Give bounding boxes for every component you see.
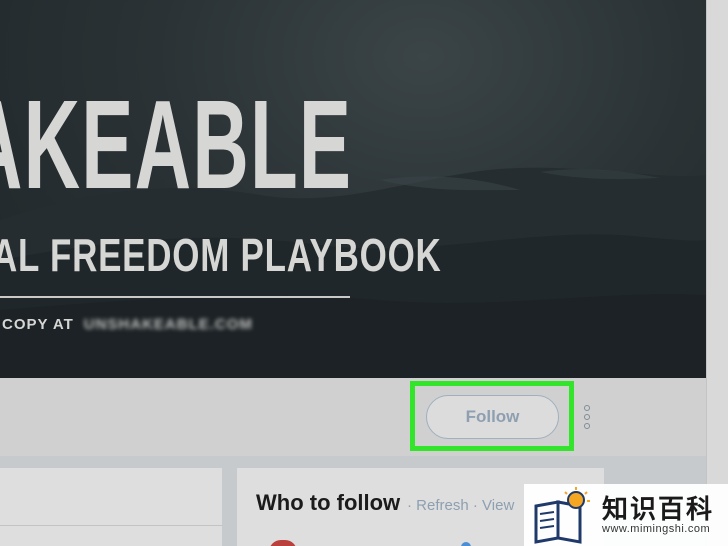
window-scrollbar[interactable] (706, 0, 728, 546)
view-all-link[interactable]: View (482, 497, 514, 514)
profile-info-card (0, 468, 222, 546)
watermark: 知识百科 www.mimingshi.com (524, 484, 728, 546)
banner-divider (0, 296, 350, 298)
separator-dot: · (407, 497, 412, 514)
profile-nav-bar (0, 378, 706, 456)
banner-headline: AKEABLE (0, 74, 353, 215)
refresh-link[interactable]: Refresh (416, 497, 469, 514)
banner-subheadline: AL FREEDOM PLAYBOOK (0, 229, 442, 281)
watermark-text: 知识百科 www.mimingshi.com (602, 495, 714, 536)
who-to-follow-links: · Refresh · View (407, 497, 514, 514)
watermark-url: www.mimingshi.com (602, 523, 711, 536)
dot-icon (584, 423, 590, 429)
watermark-chinese: 知识百科 (602, 493, 715, 524)
banner-footer-text: COPY AT UNSHAKEABLE.COM (2, 316, 253, 333)
who-to-follow-title: Who to follow (256, 490, 401, 515)
twitter-profile-page: AKEABLE AL FREEDOM PLAYBOOK COPY AT UNSHA… (0, 0, 728, 546)
dot-icon (584, 414, 590, 420)
card-divider (0, 525, 222, 526)
book-lightbulb-icon (534, 487, 590, 544)
avatar[interactable] (269, 540, 297, 546)
separator-dot: · (472, 497, 478, 514)
dot-icon (584, 405, 590, 411)
vertical-ellipsis-icon[interactable] (582, 405, 592, 429)
banner-copy-at: COPY AT (2, 316, 74, 333)
verified-icon (461, 542, 471, 546)
banner-blurred-url: UNSHAKEABLE.COM (83, 316, 253, 333)
follow-button[interactable]: Follow (426, 395, 559, 439)
profile-header-banner: AKEABLE AL FREEDOM PLAYBOOK COPY AT UNSHA… (0, 0, 706, 378)
